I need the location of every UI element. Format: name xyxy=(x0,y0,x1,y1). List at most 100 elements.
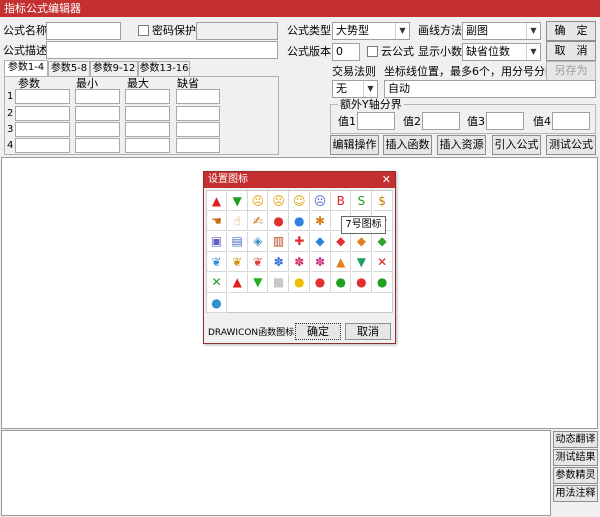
sell-letter-icon[interactable]: S xyxy=(351,191,372,211)
param-name-input[interactable] xyxy=(15,106,70,121)
frown-face-icon[interactable]: ☹ xyxy=(269,191,290,211)
green-badge-icon[interactable]: ● xyxy=(331,272,352,293)
dialog-cancel-button[interactable]: 取消 xyxy=(345,323,391,340)
down-arrow-icon[interactable]: ▼ xyxy=(227,191,248,211)
dynamic-translate-button[interactable]: 动态翻译 xyxy=(553,431,598,448)
cancel-button[interactable]: 取 消 xyxy=(546,41,596,61)
blue-badge-icon[interactable]: ● xyxy=(207,293,227,313)
param-min-input[interactable] xyxy=(75,138,120,153)
up-arrow-icon[interactable]: ▲ xyxy=(207,191,227,211)
hand-left-icon[interactable]: ☚ xyxy=(207,211,227,232)
tab-params-1-4[interactable]: 参数1-4 xyxy=(4,60,48,76)
param-max-input[interactable] xyxy=(125,89,170,104)
draw-method-select[interactable]: 副图 ▼ xyxy=(462,22,541,40)
yaxis-value2-input[interactable] xyxy=(422,112,460,130)
decimals-value: 缺省位数 xyxy=(466,45,510,58)
yaxis-value1-input[interactable] xyxy=(357,112,395,130)
param-min-input[interactable] xyxy=(75,106,120,121)
param-default-input[interactable] xyxy=(176,89,220,104)
yaxis-value3-input[interactable] xyxy=(486,112,524,130)
blue-butterfly-icon[interactable]: ❦ xyxy=(207,252,227,273)
output-panel[interactable] xyxy=(1,430,551,516)
buy-letter-icon[interactable]: B xyxy=(331,191,352,211)
green-gem-icon[interactable]: ◆ xyxy=(372,231,393,252)
phone-icon[interactable]: ▤ xyxy=(227,231,248,252)
coord-lines-input[interactable]: 自动 xyxy=(384,80,596,98)
param-name-input[interactable] xyxy=(15,122,70,137)
red-buy-badge-icon[interactable]: ● xyxy=(351,272,372,293)
param-name-input[interactable] xyxy=(15,89,70,104)
trade-rule-select[interactable]: 无 ▼ xyxy=(332,80,378,98)
red-butterfly-icon[interactable]: ❦ xyxy=(248,252,269,273)
param-name-input[interactable] xyxy=(15,138,70,153)
green-cross-icon[interactable]: ✕ xyxy=(207,272,227,293)
edit-ops-button[interactable]: 编辑操作 xyxy=(330,135,379,155)
figure-icon[interactable]: ✱ xyxy=(310,211,331,232)
green-triangle-icon[interactable]: ▼ xyxy=(248,272,269,293)
param-max-input[interactable] xyxy=(125,138,170,153)
pink-flower-icon[interactable]: ✽ xyxy=(289,252,310,273)
smile-face-icon[interactable]: ☺ xyxy=(289,191,310,211)
red-ball-icon[interactable]: ● xyxy=(269,211,290,232)
param-default-input[interactable] xyxy=(176,138,220,153)
param-wizard-button[interactable]: 参数精灵 xyxy=(553,467,598,484)
formula-desc-input[interactable] xyxy=(46,41,278,59)
param-max-input[interactable] xyxy=(125,106,170,121)
red-gem-icon[interactable]: ◆ xyxy=(331,231,352,252)
password-checkbox[interactable] xyxy=(138,25,149,36)
green-sell-badge-icon[interactable]: ● xyxy=(372,272,393,293)
green-down-circle-icon[interactable]: ▼ xyxy=(351,252,372,273)
save-as-button[interactable]: 另存为 xyxy=(546,61,596,81)
orange-gem-icon[interactable]: ◆ xyxy=(351,231,372,252)
yellow-dot-icon[interactable]: ● xyxy=(289,272,310,293)
param-min-input[interactable] xyxy=(75,89,120,104)
blue-gem-icon[interactable]: ◆ xyxy=(310,231,331,252)
cloud-formula-checkbox[interactable] xyxy=(367,46,378,57)
orange-up-circle-icon[interactable]: ▲ xyxy=(331,252,352,273)
sad-face-icon[interactable]: ☹ xyxy=(248,191,269,211)
password-input[interactable] xyxy=(196,22,278,40)
insert-function-button[interactable]: 插入函数 xyxy=(383,135,432,155)
angry-face-icon[interactable]: ☹ xyxy=(310,191,331,211)
tab-params-5-8[interactable]: 参数5-8 xyxy=(48,61,90,76)
magenta-flower-icon[interactable]: ✽ xyxy=(310,252,331,273)
tab-params-13-16[interactable]: 参数13-16 xyxy=(138,61,190,76)
param-default-input[interactable] xyxy=(176,122,220,137)
tab-params-9-12[interactable]: 参数9-12 xyxy=(90,61,138,76)
param-default-input[interactable] xyxy=(176,106,220,121)
formula-version-input[interactable]: 0 xyxy=(332,43,360,61)
plus-circle-icon[interactable]: ✚ xyxy=(289,231,310,252)
usage-notes-button[interactable]: 用法注释 xyxy=(553,485,598,502)
yaxis-value2-label: 值2 xyxy=(403,115,421,128)
blue-flower-icon[interactable]: ✽ xyxy=(269,252,290,273)
yaxis-value4-input[interactable] xyxy=(552,112,590,130)
money-bag-icon[interactable]: $ xyxy=(372,191,393,211)
test-formula-button[interactable]: 测试公式 xyxy=(546,135,596,155)
close-icon[interactable]: ✕ xyxy=(382,172,391,188)
blue-ball-icon[interactable]: ● xyxy=(289,211,310,232)
param-max-input[interactable] xyxy=(125,122,170,137)
insert-resource-button[interactable]: 插入资源 xyxy=(437,135,486,155)
hand-write-icon[interactable]: ✍ xyxy=(248,211,269,232)
decimals-select[interactable]: 缺省位数 ▼ xyxy=(462,43,541,61)
param-min-input[interactable] xyxy=(75,122,120,137)
test-result-button[interactable]: 测试结果 xyxy=(553,449,598,466)
gray-square-icon[interactable]: ■ xyxy=(269,272,290,293)
books-icon[interactable]: ▥ xyxy=(269,231,290,252)
yaxis-value1-label: 值1 xyxy=(338,115,356,128)
icon-tooltip: 7号图标 xyxy=(341,216,386,234)
import-formula-button[interactable]: 引入公式 xyxy=(492,135,541,155)
yellow-butterfly-icon[interactable]: ❦ xyxy=(227,252,248,273)
ok-button[interactable]: 确 定 xyxy=(546,21,596,41)
dialog-ok-button[interactable]: 确定 xyxy=(295,323,341,340)
red-triangle-icon[interactable]: ▲ xyxy=(227,272,248,293)
red-badge-icon[interactable]: ● xyxy=(310,272,331,293)
formula-name-input[interactable] xyxy=(46,22,121,40)
pot-icon[interactable]: ▣ xyxy=(207,231,227,252)
book-icon[interactable]: ◈ xyxy=(248,231,269,252)
yaxis-value4-label: 值4 xyxy=(533,115,551,128)
red-cross-icon[interactable]: ✕ xyxy=(372,252,393,273)
formula-type-select[interactable]: 大势型 ▼ xyxy=(332,22,410,40)
hand-up-icon[interactable]: ☝ xyxy=(227,211,248,232)
cloud-formula-label: 云公式 xyxy=(381,45,414,58)
